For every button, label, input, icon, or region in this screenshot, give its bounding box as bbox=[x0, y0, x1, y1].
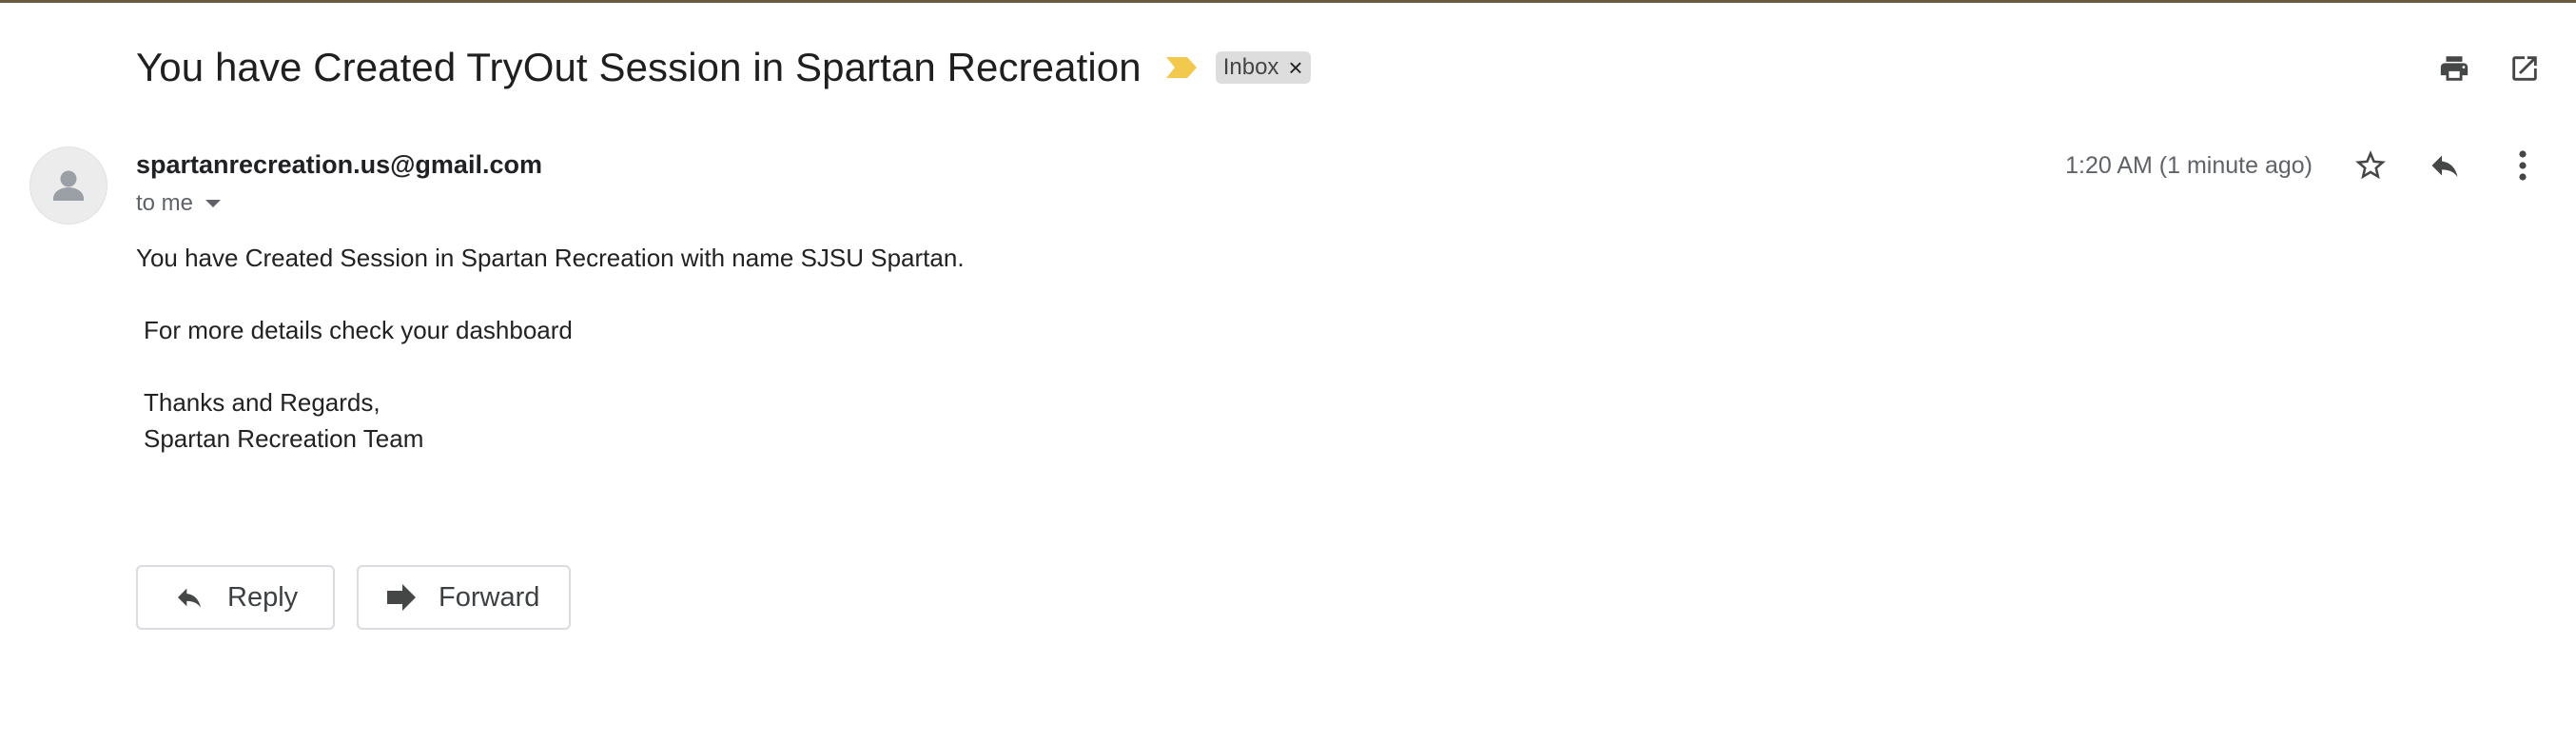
open-in-new-window-button[interactable] bbox=[2504, 48, 2546, 89]
star-button[interactable] bbox=[2352, 146, 2390, 185]
body-line: Thanks and Regards, bbox=[144, 388, 381, 417]
inbox-label-text: Inbox bbox=[1222, 54, 1279, 80]
importance-marker-icon[interactable] bbox=[1164, 55, 1199, 80]
sender-avatar[interactable] bbox=[29, 146, 107, 225]
reply-button-label: Reply bbox=[227, 581, 299, 613]
open-in-new-window-icon bbox=[2512, 56, 2537, 81]
more-vert-icon bbox=[2519, 150, 2527, 181]
reply-icon bbox=[2431, 155, 2458, 177]
body-line: You have Created Session in Spartan Recr… bbox=[136, 244, 965, 272]
email-timestamp: 1:20 AM (1 minute ago) bbox=[2065, 152, 2313, 179]
forward-icon bbox=[387, 584, 416, 611]
reply-button[interactable]: Reply bbox=[136, 565, 335, 630]
body-line: For more details check your dashboard bbox=[144, 316, 573, 344]
print-icon bbox=[2440, 56, 2469, 81]
star-icon bbox=[2355, 150, 2386, 180]
window-top-edge bbox=[0, 0, 2576, 3]
inbox-label-chip: Inbox × bbox=[1215, 51, 1311, 84]
chevron-down-icon bbox=[205, 200, 222, 207]
person-icon bbox=[53, 170, 84, 201]
reply-icon-button[interactable] bbox=[2426, 146, 2464, 185]
forward-button[interactable]: Forward bbox=[357, 565, 571, 630]
recipient-text: to me bbox=[136, 190, 194, 216]
more-options-button[interactable] bbox=[2504, 146, 2542, 185]
recipient-details-toggle[interactable]: to me bbox=[136, 190, 222, 217]
reply-icon bbox=[178, 588, 201, 608]
subject-row: You have Created TryOut Session in Spart… bbox=[136, 32, 1311, 103]
email-body: You have Created Session in Spartan Recr… bbox=[136, 240, 965, 457]
email-subject: You have Created TryOut Session in Spart… bbox=[136, 45, 1142, 89]
sender-email: spartanrecreation.us@gmail.com bbox=[136, 150, 542, 179]
forward-button-label: Forward bbox=[439, 581, 540, 613]
print-button[interactable] bbox=[2433, 48, 2475, 89]
body-line: Spartan Recreation Team bbox=[144, 424, 424, 453]
remove-label-button[interactable]: × bbox=[1288, 55, 1302, 80]
